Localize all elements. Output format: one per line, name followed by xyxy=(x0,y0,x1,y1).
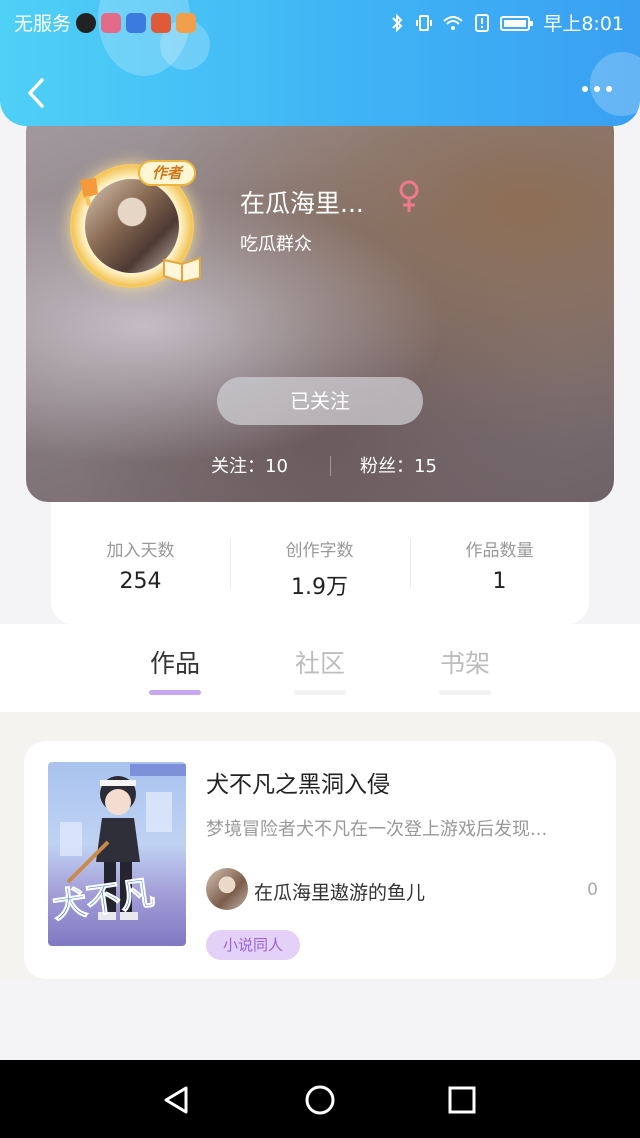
stat-value: 254 xyxy=(119,569,162,594)
alert-icon xyxy=(475,13,490,32)
stat-label: 创作字数 xyxy=(285,541,354,561)
more-dots-icon[interactable] xyxy=(582,86,612,92)
square-recents-icon[interactable] xyxy=(444,1082,480,1118)
triangle-back-icon[interactable] xyxy=(158,1082,194,1118)
tiktok-icon xyxy=(76,12,97,33)
clock-text: 早上8:01 xyxy=(543,13,624,35)
stat-value: 1 xyxy=(492,569,507,594)
user-subtitle: 吃瓜群众 xyxy=(240,234,312,255)
work-title[interactable]: 犬不凡之黑洞入侵 xyxy=(206,765,390,799)
header: 无服务 早上8:01 xyxy=(0,0,640,126)
category-tag[interactable]: 小说同人 xyxy=(206,930,300,960)
wifi-icon xyxy=(443,15,463,30)
divider xyxy=(330,456,331,476)
fans-count[interactable]: 粉丝：15 xyxy=(360,452,437,478)
app-icon xyxy=(101,12,122,33)
profile-page: 无服务 早上8:01 作者 在瓜海里... 吃瓜群众 已关注 关注：10 粉丝：… xyxy=(0,0,640,1138)
dot xyxy=(582,86,588,92)
decorative-bubble xyxy=(590,52,640,116)
stat-value: 1.9万 xyxy=(291,575,348,600)
author-tag: 作者 xyxy=(138,160,196,186)
tab-bar: 作品 社区 书架 xyxy=(0,624,640,712)
stats-card: 加入天数 254 创作字数 1.9万 作品数量 1 xyxy=(51,502,589,624)
tab-bookshelf[interactable]: 书架 xyxy=(420,644,510,680)
dot xyxy=(594,86,600,92)
user-name: 在瓜海里... xyxy=(240,189,364,218)
author-name[interactable]: 在瓜海里遨游的鱼儿 xyxy=(254,878,425,905)
pencil-icon xyxy=(80,178,98,206)
carrier-text: 无服务 xyxy=(14,13,72,35)
chevron-left-icon[interactable] xyxy=(22,76,50,110)
avatar[interactable]: 作者 xyxy=(66,156,202,292)
battery-icon xyxy=(500,15,534,31)
stat-word-count: 创作字数 1.9万 xyxy=(230,536,409,601)
stat-label: 作品数量 xyxy=(465,541,534,561)
female-icon xyxy=(399,180,419,212)
follow-button[interactable]: 已关注 xyxy=(217,377,423,425)
tab-indicator xyxy=(149,690,201,695)
tab-indicator xyxy=(294,690,346,695)
stat-join-days: 加入天数 254 xyxy=(51,536,230,594)
news-icon xyxy=(151,12,172,33)
profile-card: 作者 在瓜海里... 吃瓜群众 已关注 关注：10 粉丝：15 xyxy=(26,110,614,502)
stat-work-count: 作品数量 1 xyxy=(410,536,589,594)
work-cover-image[interactable]: 犬不凡 xyxy=(48,762,186,946)
circle-home-icon[interactable] xyxy=(302,1082,338,1118)
stat-label: 加入天数 xyxy=(106,541,175,561)
system-nav-bar xyxy=(0,1060,640,1138)
dot xyxy=(606,86,612,92)
bluetooth-icon xyxy=(392,13,403,32)
work-description: 梦境冒险者犬不凡在一次登上游戏后发现... xyxy=(206,819,548,840)
video-icon xyxy=(176,12,197,33)
work-card[interactable]: 犬不凡 犬不凡之黑洞入侵 梦境冒险者犬不凡在一次登上游戏后发现... 在瓜海里遨… xyxy=(24,741,616,979)
tab-indicator xyxy=(439,690,491,695)
status-bar: 无服务 早上8:01 xyxy=(0,0,640,44)
author-avatar[interactable] xyxy=(206,868,248,910)
baidu-icon xyxy=(126,12,147,33)
vibrate-icon xyxy=(416,14,433,31)
tab-works[interactable]: 作品 xyxy=(130,644,220,680)
book-icon xyxy=(163,256,201,282)
blank-area xyxy=(0,980,640,1060)
following-count[interactable]: 关注：10 xyxy=(211,452,288,478)
work-stat-count: 0 xyxy=(587,880,598,900)
tab-community[interactable]: 社区 xyxy=(275,644,365,680)
follow-counts: 关注：10 粉丝：15 xyxy=(26,452,614,480)
